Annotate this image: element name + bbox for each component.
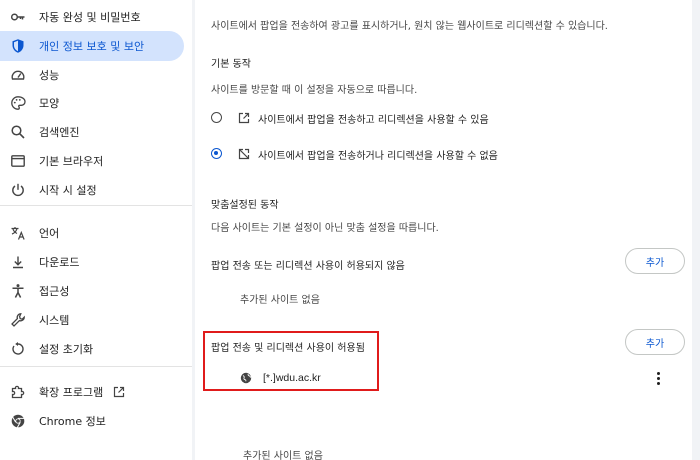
sidebar-item-label: 접근성 xyxy=(39,285,70,298)
custom-behavior-title: 맞춤설정된 동작 xyxy=(211,200,279,211)
sidebar-divider xyxy=(0,205,192,206)
sidebar-item-label: 다운로드 xyxy=(39,256,80,269)
power-icon xyxy=(10,182,26,198)
sidebar-item-label: 모양 xyxy=(39,97,60,110)
sidebar-item-label: 시스템 xyxy=(39,314,70,327)
add-blocked-site-button[interactable]: 추가 xyxy=(625,248,685,274)
radio-block-popups[interactable] xyxy=(211,148,222,159)
sidebar-item-appearance[interactable]: 모양 xyxy=(0,88,184,118)
settings-window: 자동 완성 및 비밀번호 개인 정보 보호 및 보안 성능 모양 검색엔진 기본… xyxy=(0,0,700,460)
sidebar-item-label: 설정 초기화 xyxy=(39,343,94,356)
download-icon xyxy=(10,254,26,270)
sidebar-item-label: 자동 완성 및 비밀번호 xyxy=(39,11,141,24)
blocked-sites-empty: 추가된 사이트 없음 xyxy=(240,295,320,306)
sidebar-item-label: 검색엔진 xyxy=(39,126,80,139)
bottom-empty-label: 추가된 사이트 없음 xyxy=(243,451,323,460)
sidebar-item-performance[interactable]: 성능 xyxy=(0,60,184,90)
blocked-sites-title: 팝업 전송 또는 리디렉션 사용이 허용되지 않음 xyxy=(211,261,405,272)
allow-popups-label[interactable]: 사이트에서 팝업을 전송하고 리디렉션을 사용할 수 있음 xyxy=(258,111,489,126)
sidebar-item-label: 언어 xyxy=(39,227,60,240)
speedometer-icon xyxy=(10,67,26,83)
popup-blocked-icon xyxy=(238,148,250,160)
sidebar-item-extensions[interactable]: 확장 프로그램 xyxy=(0,377,184,407)
default-behavior-title: 기본 동작 xyxy=(211,59,251,70)
puzzle-icon xyxy=(10,384,26,400)
sidebar-item-default-browser[interactable]: 기본 브라우저 xyxy=(0,146,184,176)
browser-window-icon xyxy=(10,153,26,169)
sidebar-item-downloads[interactable]: 다운로드 xyxy=(0,247,184,277)
open-in-new-icon xyxy=(114,386,125,398)
sidebar-item-privacy-security[interactable]: 개인 정보 보호 및 보안 xyxy=(0,31,184,61)
sidebar-item-on-startup[interactable]: 시작 시 설정 xyxy=(0,175,184,205)
sidebar-item-label: Chrome 정보 xyxy=(39,415,106,428)
default-behavior-description: 사이트를 방문할 때 이 설정을 자동으로 따릅니다. xyxy=(211,85,418,96)
sidebar: 자동 완성 및 비밀번호 개인 정보 보호 및 보안 성능 모양 검색엔진 기본… xyxy=(0,0,192,460)
accessibility-icon xyxy=(10,283,26,299)
shield-icon xyxy=(10,38,26,54)
sidebar-item-languages[interactable]: 언어 xyxy=(0,218,184,248)
sidebar-item-system[interactable]: 시스템 xyxy=(0,305,184,335)
add-allowed-site-button[interactable]: 추가 xyxy=(625,329,685,355)
block-popups-label[interactable]: 사이트에서 팝업을 전송하거나 리디렉션을 사용할 수 없음 xyxy=(258,147,498,162)
key-icon xyxy=(10,9,26,25)
palette-icon xyxy=(10,95,26,111)
sidebar-item-label: 개인 정보 보호 및 보안 xyxy=(39,40,145,53)
sidebar-item-label: 시작 시 설정 xyxy=(39,184,97,197)
sidebar-item-autofill[interactable]: 자동 완성 및 비밀번호 xyxy=(0,2,184,32)
translate-icon xyxy=(10,225,26,241)
red-highlight-annotation xyxy=(203,331,379,391)
sidebar-item-label: 기본 브라우저 xyxy=(39,155,104,168)
open-in-new-icon xyxy=(238,112,250,124)
more-actions-icon[interactable] xyxy=(651,370,665,386)
chrome-icon xyxy=(10,413,26,429)
reset-icon xyxy=(10,341,26,357)
sidebar-item-about-chrome[interactable]: Chrome 정보 xyxy=(0,406,184,436)
sidebar-item-reset-settings[interactable]: 설정 초기화 xyxy=(0,334,184,364)
sidebar-item-label: 확장 프로그램 xyxy=(39,386,104,399)
sidebar-item-search-engine[interactable]: 검색엔진 xyxy=(0,117,184,147)
wrench-icon xyxy=(10,312,26,328)
custom-behavior-description: 다음 사이트는 기본 설정이 아닌 맞춤 설정을 따릅니다. xyxy=(211,223,439,234)
search-icon xyxy=(10,124,26,140)
sidebar-item-accessibility[interactable]: 접근성 xyxy=(0,276,184,306)
popups-description: 사이트에서 팝업을 전송하여 광고를 표시하거나, 원치 않는 웹사이트로 리디… xyxy=(211,21,608,32)
radio-allow-popups[interactable] xyxy=(211,112,222,123)
sidebar-divider xyxy=(0,366,192,367)
sidebar-item-label: 성능 xyxy=(39,69,60,82)
